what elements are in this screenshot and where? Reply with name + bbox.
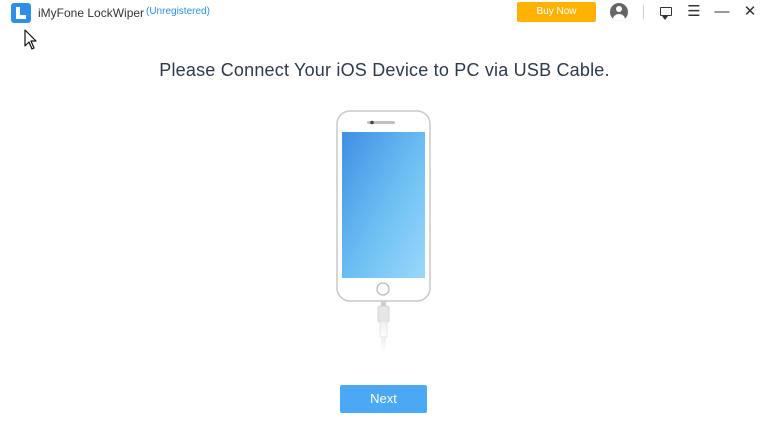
minimize-icon[interactable]: — [712,2,732,22]
close-icon[interactable]: ✕ [740,2,760,22]
registration-status[interactable]: (Unregistered) [146,6,210,17]
feedback-icon[interactable] [656,2,676,22]
account-icon[interactable] [610,3,628,21]
app-logo-icon [11,3,31,23]
menu-icon[interactable]: ☰ [684,2,704,22]
app-name: iMyFone LockWiper [38,6,145,20]
next-button[interactable]: Next [340,385,427,413]
page-heading: Please Connect Your iOS Device to PC via… [159,60,610,80]
mouse-cursor-icon [24,29,37,50]
iphone-illustration [336,110,432,360]
title-bar: iMyFone LockWiper (Unregistered) Buy Now… [0,0,769,28]
toolbar-divider [643,5,644,19]
buy-now-button[interactable]: Buy Now [517,2,596,22]
